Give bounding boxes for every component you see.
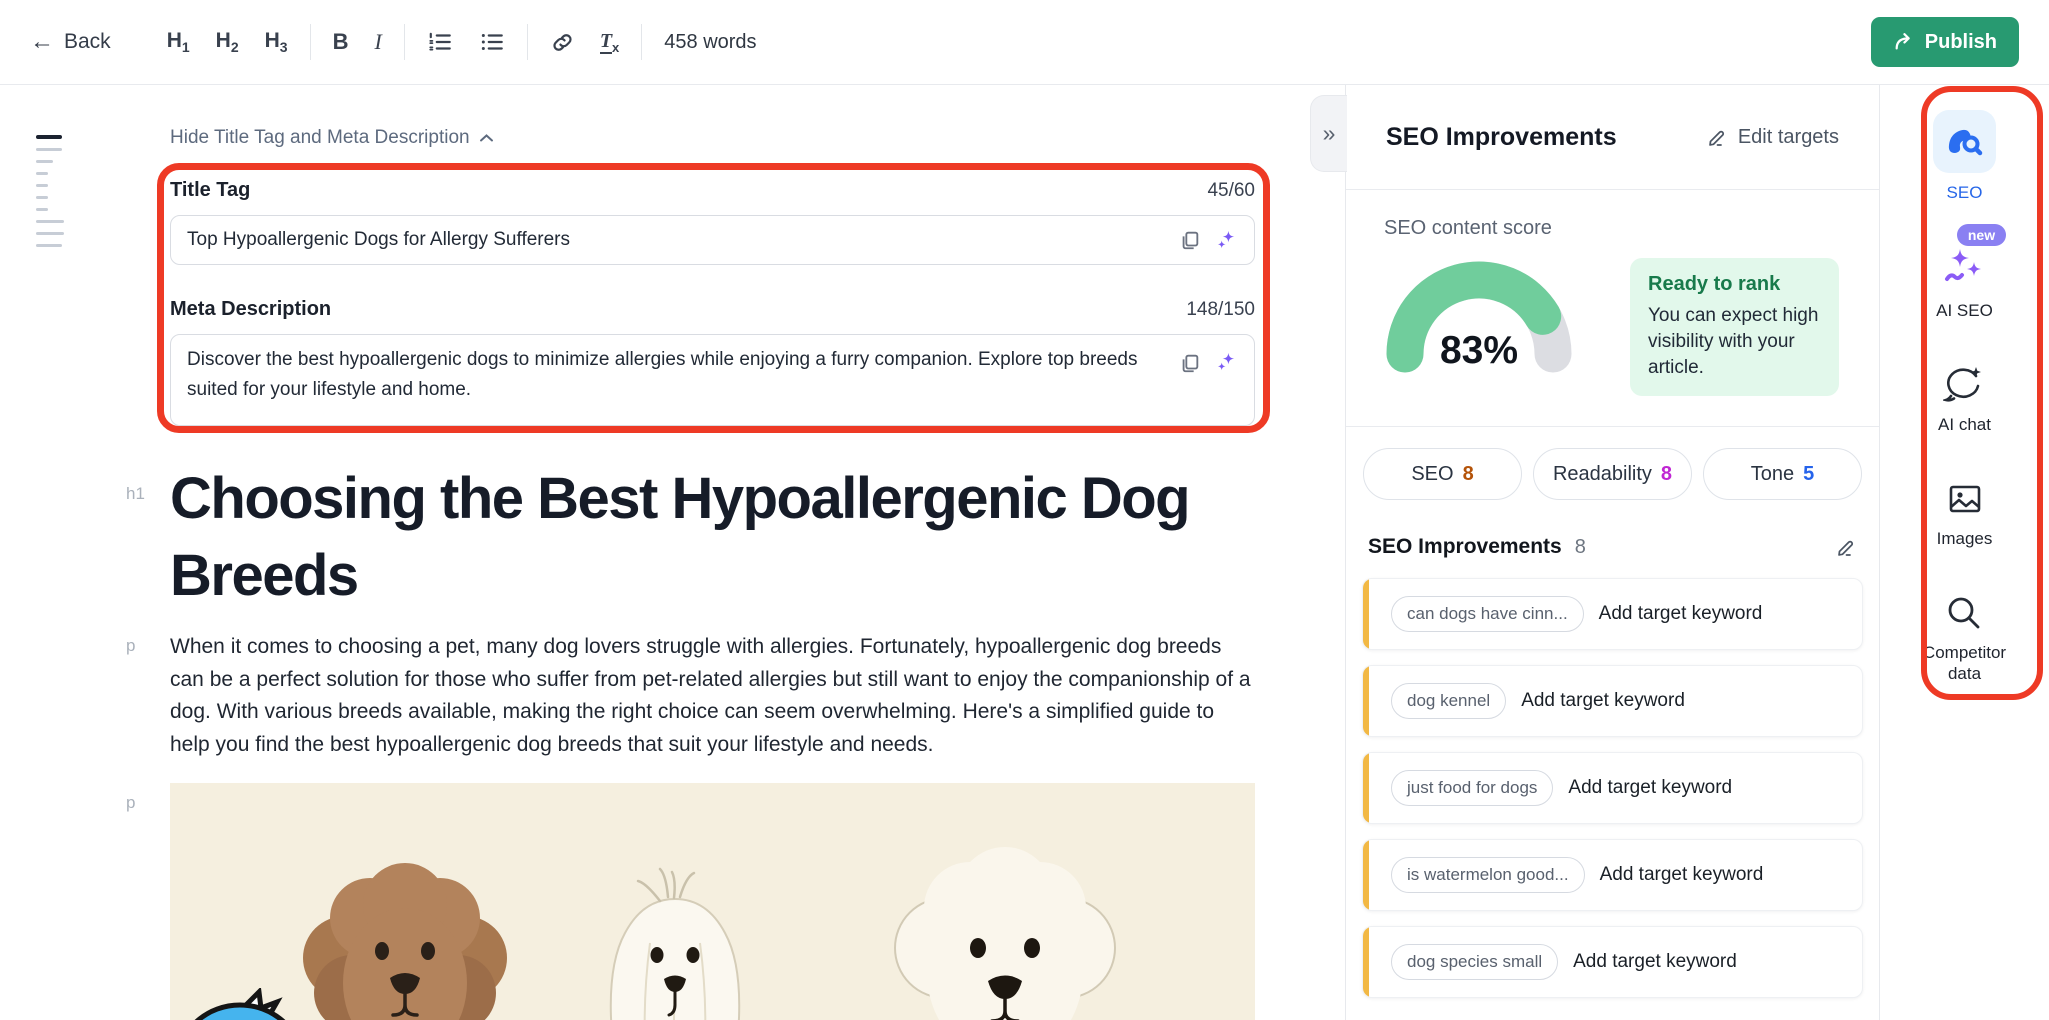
rail-item-ai-seo[interactable]: new AI SEO	[1923, 224, 2006, 321]
copy-icon[interactable]	[1179, 352, 1201, 374]
improvement-action: Add target keyword	[1573, 951, 1737, 973]
keyword-chip[interactable]: dog kennel	[1391, 683, 1506, 719]
back-button[interactable]: ← Back	[30, 30, 111, 54]
bullet-list-icon[interactable]	[479, 29, 505, 55]
link-icon[interactable]	[550, 29, 576, 55]
seo-score-gauge: 83%	[1384, 258, 1574, 373]
article-paragraph[interactable]: When it comes to choosing a pet, many do…	[170, 631, 1255, 761]
improvement-item[interactable]: is watermelon good... Add target keyword	[1362, 839, 1863, 911]
chevron-up-icon	[479, 133, 494, 143]
surfer-mascot	[170, 988, 400, 1020]
improvement-action: Add target keyword	[1600, 864, 1764, 886]
score-pills: SEO 8 Readability 8 Tone 5	[1363, 448, 1862, 500]
title-tag-value[interactable]: Top Hypoallergenic Dogs for Allergy Suff…	[187, 225, 1165, 255]
copy-icon[interactable]	[1179, 229, 1201, 251]
keyword-chip[interactable]: is watermelon good...	[1391, 857, 1585, 893]
keyword-chip[interactable]: can dogs have cinn...	[1391, 596, 1584, 632]
toolbar-divider	[310, 24, 311, 60]
improvement-action: Add target keyword	[1599, 603, 1763, 625]
document-editor[interactable]: Hide Title Tag and Meta Description Titl…	[0, 85, 1345, 1020]
dogs-illustration	[170, 783, 1255, 1020]
publish-button[interactable]: Publish	[1871, 17, 2019, 67]
seo-panel: SEO Improvements Edit targets SEO conten…	[1345, 85, 1879, 1020]
article-image-dogs-illustration[interactable]	[170, 783, 1255, 1020]
improvements-title: SEO Improvements	[1368, 535, 1562, 559]
rail-label-seo: SEO	[1947, 182, 1983, 203]
improvement-action: Add target keyword	[1568, 777, 1732, 799]
rail-label-ai-chat: AI chat	[1938, 414, 1991, 435]
panel-title: SEO Improvements	[1386, 123, 1617, 152]
keyword-chip[interactable]: dog species small	[1391, 944, 1558, 980]
pencil-icon[interactable]	[1836, 537, 1857, 558]
improvement-item[interactable]: dog kennel Add target keyword	[1362, 665, 1863, 737]
clear-formatting-icon[interactable]: Tx	[600, 30, 619, 55]
seo-score-value: 83%	[1384, 329, 1574, 373]
new-badge: new	[1957, 224, 2006, 246]
chevrons-right-icon: »	[1323, 120, 1336, 147]
improvement-list: can dogs have cinn... Add target keyword…	[1362, 578, 1863, 998]
rail-item-seo[interactable]: SEO	[1933, 110, 1996, 203]
h1-block-marker: h1	[126, 484, 145, 504]
meta-description-value[interactable]: Discover the best hypoallergenic dogs to…	[187, 345, 1165, 405]
bold-button[interactable]: B	[333, 29, 349, 55]
seo-active-tile	[1933, 110, 1996, 173]
ai-sparkles-icon[interactable]	[1215, 229, 1238, 252]
rail-label-images: Images	[1937, 528, 1993, 549]
surfer-logo-icon	[1947, 124, 1983, 160]
rail-item-competitor-data[interactable]: Competitor data	[1923, 593, 2006, 684]
rail-item-ai-chat[interactable]: AI chat	[1938, 363, 1991, 435]
editor-toolbar: ← Back H1 H2 H3 B I	[0, 0, 2049, 85]
main-area: Hide Title Tag and Meta Description Titl…	[0, 85, 2049, 1020]
title-tag-label: Title Tag	[170, 179, 250, 202]
readability-score-pill[interactable]: Readability 8	[1533, 448, 1692, 500]
keyword-chip[interactable]: just food for dogs	[1391, 770, 1553, 806]
document-outline-widget[interactable]	[36, 135, 64, 247]
improvements-count: 8	[1575, 536, 1586, 559]
image-block-marker: p	[126, 793, 135, 813]
tone-score-pill[interactable]: Tone 5	[1703, 448, 1862, 500]
pencil-icon	[1707, 127, 1728, 148]
ai-sparkles-icon[interactable]	[1215, 351, 1238, 374]
paragraph-block-marker: p	[126, 636, 135, 656]
ordered-list-icon[interactable]	[427, 29, 453, 55]
search-icon	[1944, 593, 1984, 633]
meta-description-counter: 148/150	[1186, 299, 1255, 321]
word-count: 458 words	[664, 31, 756, 54]
ready-text: You can expect high visibility with your…	[1648, 303, 1821, 381]
improvement-item[interactable]: can dogs have cinn... Add target keyword	[1362, 578, 1863, 650]
ai-sparkles-icon	[1943, 248, 1985, 288]
toolbar-divider	[404, 24, 405, 60]
article-heading[interactable]: Choosing the Best Hypoallergenic Dog Bre…	[170, 460, 1255, 614]
toolbar-divider	[527, 24, 528, 60]
images-icon	[1945, 479, 1985, 519]
score-label: SEO content score	[1384, 217, 1839, 240]
ready-title: Ready to rank	[1648, 273, 1821, 296]
heading1-button[interactable]: H1	[167, 29, 190, 55]
publish-arrow-icon	[1893, 31, 1915, 53]
panel-collapse-button[interactable]: »	[1310, 95, 1347, 172]
seo-score-pill[interactable]: SEO 8	[1363, 448, 1522, 500]
meta-description-input[interactable]: Discover the best hypoallergenic dogs to…	[170, 334, 1255, 426]
seo-score-section: SEO content score 83% Ready to rank You …	[1346, 190, 1879, 427]
tools-rail: SEO new AI SEO AI chat	[1879, 85, 2049, 1020]
rail-label-ai-seo: AI SEO	[1936, 300, 1993, 321]
meta-description-label: Meta Description	[170, 298, 331, 321]
improvement-action: Add target keyword	[1521, 690, 1685, 712]
hide-title-meta-toggle[interactable]: Hide Title Tag and Meta Description	[170, 127, 494, 149]
italic-button[interactable]: I	[374, 29, 381, 55]
back-arrow-icon: ←	[30, 30, 54, 54]
heading2-button[interactable]: H2	[216, 29, 239, 55]
title-tag-counter: 45/60	[1207, 180, 1255, 202]
back-label: Back	[64, 30, 111, 54]
rail-item-images[interactable]: Images	[1937, 479, 1993, 549]
ready-to-rank-card: Ready to rank You can expect high visibi…	[1630, 258, 1839, 396]
ai-chat-icon	[1943, 363, 1985, 405]
improvement-item[interactable]: dog species small Add target keyword	[1362, 926, 1863, 998]
title-tag-input[interactable]: Top Hypoallergenic Dogs for Allergy Suff…	[170, 215, 1255, 265]
edit-targets-button[interactable]: Edit targets	[1707, 126, 1839, 149]
heading3-button[interactable]: H3	[265, 29, 288, 55]
toolbar-divider	[641, 24, 642, 60]
rail-label-competitor-data: Competitor data	[1923, 642, 2006, 684]
improvement-item[interactable]: just food for dogs Add target keyword	[1362, 752, 1863, 824]
